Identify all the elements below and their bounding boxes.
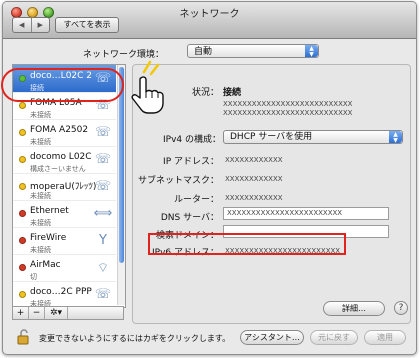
subnet-mask-label: サブネットマスク： (137, 176, 219, 186)
advanced-button[interactable]: 詳細… (323, 301, 385, 316)
remove-service-button[interactable]: − (29, 307, 45, 319)
ipv6-address-highlight (148, 233, 346, 255)
service-status: 未接続 (30, 246, 51, 254)
service-name: FOMA A2502 (30, 125, 89, 135)
pointing-hand-cursor-icon (131, 76, 164, 114)
ip-address-label: IP アドレス： (163, 157, 219, 167)
service-item[interactable]: Ethernet 未接続 ⟺ (13, 200, 116, 228)
assistant-button[interactable]: アシスタント… (240, 330, 304, 345)
select-arrows-icon: ▲ ▼ (389, 131, 402, 144)
status-detail-1: XXXXXXXXXXXXXXXXXXXXXXXXXXX (223, 100, 353, 108)
router-label: ルーター： (173, 195, 219, 205)
lock-hint-text: 変更できないようにするにはカギをクリックします。 (39, 334, 231, 343)
service-name: docomo L02C (30, 152, 92, 162)
ipv4-config-select[interactable]: DHCP サーバを使用 ▲ ▼ (223, 130, 403, 144)
click-spark-icon (142, 60, 160, 76)
forward-icon[interactable]: ▶ (30, 18, 50, 32)
router-value: XXXXXXXXXXXX (225, 194, 283, 202)
unlocked-lock-icon[interactable] (17, 329, 31, 345)
subnet-mask-value: XXXXXXXXXXXX (225, 175, 283, 183)
service-name: doco…2C PPP (30, 287, 92, 297)
scrollbar-thumb[interactable] (119, 67, 124, 263)
status-dot-icon (19, 291, 26, 298)
ip-address-value: XXXXXXXXXXXX (225, 156, 283, 164)
apply-button[interactable]: 適用 (364, 330, 406, 345)
service-list-toolbar: + − ✲▾ (12, 306, 124, 320)
status-dot-icon (19, 102, 26, 109)
dns-server-label: DNS サーバ： (160, 213, 219, 223)
service-status: 未接続 (30, 111, 51, 119)
sidebar-scrollbar[interactable] (117, 65, 125, 305)
phone-icon: ☏ (94, 287, 112, 302)
status-dot-icon (19, 237, 26, 244)
status-dot-icon (19, 210, 26, 217)
wifi-icon: ⌔ (96, 261, 110, 276)
ipv4-config-value: DHCP サーバを使用 (230, 132, 313, 142)
selected-service-highlight (1, 68, 124, 102)
ethernet-icon: ⟺ (93, 206, 113, 221)
status-detail-2: XXXXXXXXXXXXXXXXXXXXXXXXXXX (223, 109, 353, 117)
firewire-icon: Y (99, 233, 107, 248)
select-arrows-icon: ▲ ▼ (305, 45, 318, 58)
service-status: 構成さーいません (30, 165, 86, 173)
service-name: FireWire (30, 233, 67, 243)
service-item[interactable]: AirMac 切 ⌔ (13, 254, 116, 282)
dns-server-field[interactable]: XXXXXXXXXXXXXXXXXXXXXXXX (223, 207, 389, 220)
service-status: 未接続 (30, 138, 51, 146)
show-all-button[interactable]: すべてを表示 (55, 17, 119, 33)
location-value: 自動 (194, 47, 213, 57)
title-bar: ネットワーク ◀ ▶ すべてを表示 (3, 2, 416, 39)
back-forward-buttons: ◀ ▶ (12, 17, 50, 33)
service-item[interactable]: docomo L02C 構成さーいません ☏ (13, 146, 116, 174)
phone-icon: ☏ (94, 152, 112, 167)
service-status: 切 (30, 273, 37, 281)
status-dot-icon (19, 129, 26, 136)
service-details-panel: 状況： 接続 XXXXXXXXXXXXXXXXXXXXXXXXXXX XXXXX… (132, 64, 411, 324)
service-status: 未接続 (30, 219, 51, 227)
location-select[interactable]: 自動 ▲ ▼ (187, 44, 319, 58)
status-dot-icon (19, 183, 26, 190)
service-name: AirMac (30, 260, 61, 270)
service-status: 未接続 (30, 192, 51, 200)
action-menu-button[interactable]: ✲▾ (45, 307, 68, 319)
service-item[interactable]: FireWire 未接続 Y (13, 227, 116, 255)
network-preferences-window: ネットワーク ◀ ▶ すべてを表示 ネットワーク環境： 自動 ▲ ▼ doco…2… (2, 1, 417, 355)
help-button[interactable]: ? (394, 301, 408, 315)
footer-bar: 変更できないようにするにはカギをクリックします。 アシスタント… 元に戻す 適用 (3, 324, 416, 354)
status-value: 接続 (223, 88, 242, 98)
status-dot-icon (19, 156, 26, 163)
service-name: Ethernet (30, 206, 69, 216)
status-dot-icon (19, 264, 26, 271)
service-item[interactable]: doco…2C PPP 未接続 ☏ (13, 281, 116, 307)
ipv4-config-label: IPv4 の構成： (163, 135, 221, 145)
phone-icon: ☏ (94, 125, 112, 140)
add-service-button[interactable]: + (13, 307, 29, 319)
phone-icon: ☏ (94, 179, 112, 194)
back-icon[interactable]: ◀ (13, 18, 31, 32)
service-item[interactable]: moperaU(ﾌﾚｯﾂ) 未接続 ☏ (13, 173, 116, 201)
service-item[interactable]: FOMA A2502 未接続 ☏ (13, 119, 116, 147)
revert-button[interactable]: 元に戻す (310, 330, 358, 345)
